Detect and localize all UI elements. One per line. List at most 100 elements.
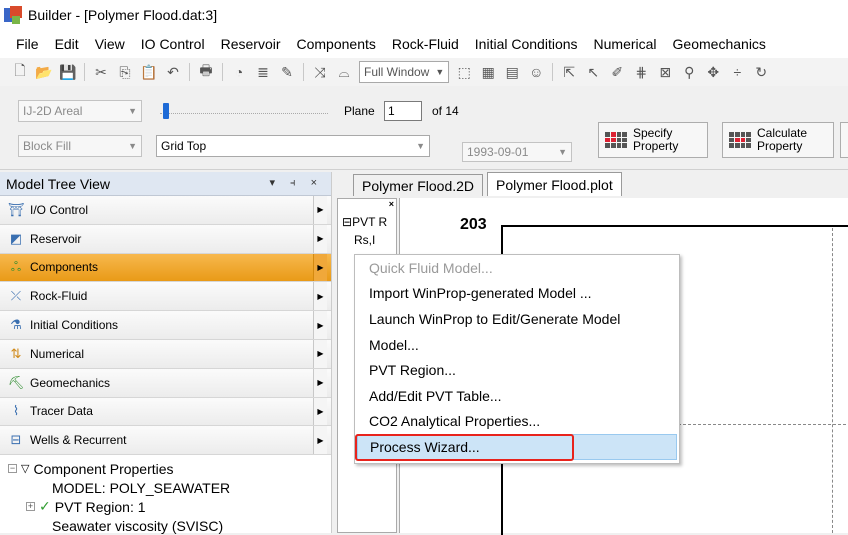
- menu-initial-conditions[interactable]: Initial Conditions: [467, 36, 586, 52]
- menu-file[interactable]: File: [8, 36, 47, 52]
- tree-node-visc[interactable]: Seawater viscosity (SVISC): [8, 516, 331, 535]
- open-folder-icon[interactable]: 📂: [35, 63, 53, 81]
- split-icon[interactable]: ÷: [728, 63, 746, 81]
- print-icon[interactable]: 🖶: [197, 62, 215, 81]
- section-initial-conditions[interactable]: ⚗ Initial Conditions ▶: [0, 311, 331, 340]
- edit-pen-icon[interactable]: ✎: [278, 63, 296, 81]
- model-tree-panel: Model Tree View ▾ ⫞ × ⛩ I/O Control ▶ ◩ Res…: [0, 172, 332, 535]
- expand-arrow-icon[interactable]: ▶: [313, 339, 327, 368]
- plane-input[interactable]: 1: [384, 101, 422, 121]
- date-combo[interactable]: 1993-09-01 ▼: [462, 142, 572, 162]
- menu-item-add-edit-pvt-table[interactable]: Add/Edit PVT Table...: [355, 383, 679, 409]
- menu-rock-fluid[interactable]: Rock-Fluid: [384, 36, 467, 52]
- draw-icon[interactable]: ✐: [608, 63, 626, 81]
- select-icon[interactable]: ⇱: [560, 63, 578, 81]
- section-components[interactable]: ஃ Components ▶: [0, 253, 331, 283]
- plane-slider-thumb[interactable]: [163, 103, 169, 119]
- tab-polymer-flood-2d[interactable]: Polymer Flood.2D: [353, 174, 484, 196]
- section-reservoir[interactable]: ◩ Reservoir ▶: [0, 224, 331, 254]
- menu-reservoir[interactable]: Reservoir: [213, 36, 289, 52]
- toolbar-separator: [84, 63, 85, 81]
- subpanel-row[interactable]: ⊟PVT R: [342, 215, 387, 229]
- expand-arrow-icon[interactable]: ▶: [313, 311, 327, 339]
- expand-arrow-icon[interactable]: ▶: [313, 397, 327, 426]
- paste-icon[interactable]: 📋: [140, 63, 158, 81]
- expand-icon[interactable]: +: [26, 502, 35, 512]
- menu-item-pvt-region[interactable]: PVT Region...: [355, 357, 679, 383]
- section-label: Components: [30, 260, 99, 275]
- panel-controls[interactable]: ▾ ⫞ ×: [269, 176, 323, 190]
- annotation-highlight-box: [355, 434, 574, 461]
- menu-item-import-winprop[interactable]: Import WinProp-generated Model ...: [355, 281, 679, 307]
- collapse-icon[interactable]: ⊟: [342, 215, 352, 229]
- plot-y-tick: 203: [460, 216, 487, 233]
- view-mode-combo[interactable]: Full Window ▼: [359, 61, 450, 83]
- collapse-icon[interactable]: −: [8, 464, 17, 474]
- tree-node-model[interactable]: MODEL: POLY_SEAWATER: [8, 478, 331, 497]
- property-combo[interactable]: Grid Top ▼: [156, 135, 430, 157]
- expand-arrow-icon[interactable]: ▶: [313, 196, 327, 224]
- well-icon[interactable]: ⚲: [680, 63, 698, 81]
- fault-icon[interactable]: ⋕: [632, 63, 650, 81]
- tab-polymer-flood-plot[interactable]: Polymer Flood.plot: [487, 172, 622, 196]
- menu-bar: File Edit View IO Control Reservoir Comp…: [0, 30, 848, 58]
- calculate-property-button[interactable]: Calculate Property: [722, 122, 834, 158]
- plane-slider-track[interactable]: [160, 113, 328, 117]
- section-wells-recurrent[interactable]: ⊟ Wells & Recurrent ▶: [0, 426, 331, 456]
- undo-icon[interactable]: ↶: [164, 63, 182, 81]
- crossing-icon[interactable]: ⤨: [311, 63, 329, 81]
- glasses-icon[interactable]: ⌓: [335, 63, 353, 81]
- specify-property-button[interactable]: Specify Property: [598, 122, 708, 158]
- tree-pvt-label: PVT Region: 1: [54, 498, 146, 515]
- layers-icon[interactable]: ≣: [254, 63, 272, 81]
- grid-view-icon[interactable]: ▤: [503, 63, 521, 81]
- tree-node-pvt[interactable]: + ✓ PVT Region: 1: [8, 497, 331, 516]
- tree-visc-label: Seawater viscosity (SVISC): [52, 517, 224, 534]
- view-type-combo[interactable]: IJ-2D Areal ▼: [18, 100, 142, 122]
- expand-arrow-icon[interactable]: ▶: [313, 426, 327, 455]
- region-icon[interactable]: ⊠: [656, 63, 674, 81]
- rotate-icon[interactable]: ↻: [752, 63, 770, 81]
- initial-conditions-icon: ⚗: [10, 317, 22, 333]
- chevron-down-icon: ▼: [435, 67, 445, 77]
- tree-view-icon[interactable]: ▦: [479, 63, 497, 81]
- menu-components[interactable]: Components: [289, 36, 384, 52]
- menu-geomechanics[interactable]: Geomechanics: [665, 36, 774, 52]
- tree-root-label: Component Properties: [33, 460, 174, 477]
- menu-item-model[interactable]: Model...: [355, 332, 679, 358]
- section-rock-fluid[interactable]: ⤫ Rock-Fluid ▶: [0, 282, 331, 312]
- expand-arrow-icon[interactable]: ▶: [313, 253, 327, 282]
- subpanel-row[interactable]: Rs,I: [354, 233, 375, 247]
- cut-icon[interactable]: ✂: [92, 63, 110, 81]
- menu-item-launch-winprop[interactable]: Launch WinProp to Edit/Generate Model: [355, 306, 679, 332]
- expand-arrow-icon[interactable]: ▶: [313, 224, 327, 253]
- section-label: Tracer Data: [30, 404, 93, 419]
- menu-io-control[interactable]: IO Control: [133, 36, 213, 52]
- save-icon[interactable]: 💾: [59, 63, 77, 81]
- calculate-property-label: Calculate Property: [757, 127, 807, 153]
- new-file-icon[interactable]: 🗋: [11, 62, 29, 81]
- menu-numerical[interactable]: Numerical: [586, 36, 665, 52]
- main-toolbar: 🗋 📂 💾 ✂ ⎘ 📋 ↶ 🖶 ◔ ≣ ✎ ⤨ ⌓ Full Window ▼ ⬚…: [0, 58, 848, 86]
- menu-view[interactable]: View: [87, 36, 133, 52]
- section-geomechanics[interactable]: ⛏ Geomechanics ▶: [0, 368, 331, 398]
- probe-icon[interactable]: ☺: [527, 63, 545, 81]
- next-toolbar-button[interactable]: [840, 122, 848, 158]
- copy-icon[interactable]: ⎘: [116, 63, 134, 81]
- title-bar: Builder - [Polymer Flood.dat:3]: [0, 0, 848, 30]
- fill-type-combo[interactable]: Block Fill ▼: [18, 135, 142, 157]
- pointer-icon[interactable]: ↖: [584, 63, 602, 81]
- timer-icon[interactable]: ◔: [230, 63, 248, 81]
- tree-node-root[interactable]: − ▽ Component Properties: [8, 459, 331, 478]
- menu-edit[interactable]: Edit: [47, 36, 87, 52]
- zoom-window-icon[interactable]: ⬚: [455, 63, 473, 81]
- expand-arrow-icon[interactable]: ▶: [313, 282, 327, 311]
- close-icon[interactable]: ×: [389, 199, 394, 209]
- section-tracer-data[interactable]: ⌇ Tracer Data ▶: [0, 397, 331, 427]
- section-io-control[interactable]: ⛩ I/O Control ▶: [0, 196, 331, 225]
- fill-type-value: Block Fill: [23, 139, 72, 153]
- expand-arrow-icon[interactable]: ▶: [313, 368, 327, 397]
- menu-item-co2-analytical[interactable]: CO2 Analytical Properties...: [355, 409, 679, 435]
- section-numerical[interactable]: ⇅ Numerical ▶: [0, 339, 331, 369]
- move-icon[interactable]: ✥: [704, 63, 722, 81]
